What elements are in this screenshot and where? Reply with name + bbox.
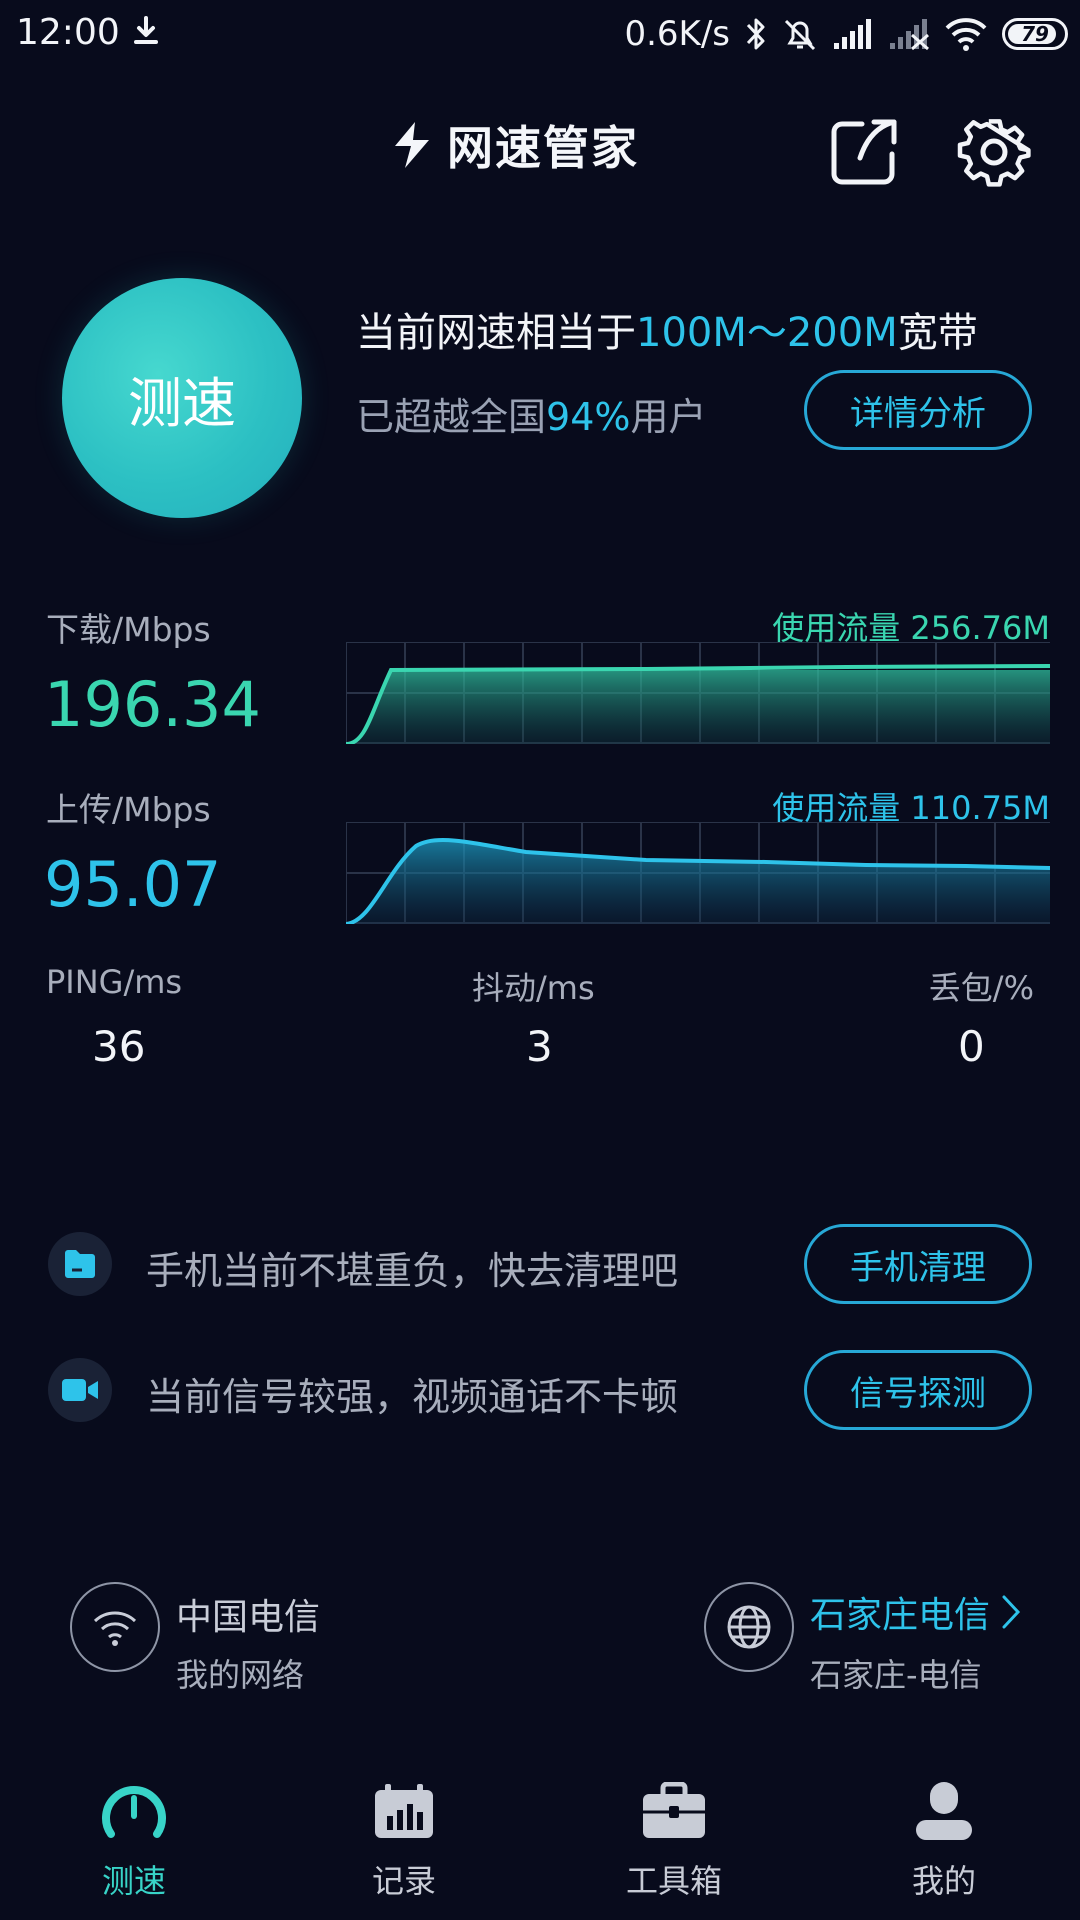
chevron-right-icon xyxy=(1002,1595,1021,1629)
folder-icon xyxy=(48,1232,112,1296)
wifi-network-subtitle: 我的网络 xyxy=(176,1656,305,1694)
battery-indicator: 79 xyxy=(1002,18,1068,50)
nav-speed-test[interactable]: 测速 xyxy=(54,1776,214,1906)
alarm-off-icon xyxy=(784,19,816,51)
beat-suffix: 用户 xyxy=(630,395,707,439)
video-camera-icon xyxy=(48,1358,112,1422)
nav-toolbox[interactable]: 工具箱 xyxy=(594,1776,754,1906)
download-graph xyxy=(346,642,1050,744)
jitter-label: 抖动/ms xyxy=(472,969,595,1007)
globe-icon xyxy=(704,1582,794,1672)
jitter-value: 3 xyxy=(526,1022,553,1071)
detail-analysis-button[interactable]: 详情分析 xyxy=(804,370,1032,450)
phone-cleanup-button[interactable]: 手机清理 xyxy=(804,1224,1032,1304)
toolbox-icon xyxy=(639,1776,709,1846)
packet-loss-value: 0 xyxy=(958,1022,985,1071)
bluetooth-icon xyxy=(746,18,765,50)
server-subtitle: 石家庄-电信 xyxy=(810,1656,982,1694)
nav-records[interactable]: 记录 xyxy=(324,1776,484,1906)
battery-level: 79 xyxy=(1021,22,1049,46)
equiv-range: 100M～200M xyxy=(636,310,898,356)
ping-value: 36 xyxy=(92,1022,146,1071)
signal-weak-icon xyxy=(890,19,929,51)
upload-graph xyxy=(346,822,1050,924)
status-right-group: 0.6K/s 79 xyxy=(624,10,1068,58)
wifi-network-name: 中国电信 xyxy=(176,1597,321,1638)
equiv-suffix: 宽带 xyxy=(897,310,978,356)
nav-records-label: 记录 xyxy=(371,1862,436,1900)
nav-toolbox-label: 工具箱 xyxy=(625,1862,722,1900)
ping-label: PING/ms xyxy=(46,963,183,1001)
nav-speed-test-label: 测速 xyxy=(101,1862,166,1900)
person-icon xyxy=(909,1776,979,1846)
wifi-icon xyxy=(945,18,987,51)
nav-mine-label: 我的 xyxy=(911,1862,976,1900)
tip-cleanup-text: 手机当前不堪重负，快去清理吧 xyxy=(146,1249,679,1293)
tip-signal-text: 当前信号较强，视频通话不卡顿 xyxy=(146,1375,679,1419)
status-time: 12:00 xyxy=(16,12,120,53)
nav-mine[interactable]: 我的 xyxy=(864,1776,1024,1906)
broadband-equivalence: 当前网速相当于100M～200M宽带 xyxy=(356,300,978,358)
speed-test-label: 测速 xyxy=(128,371,236,435)
beat-prefix: 已超越全国 xyxy=(356,395,547,439)
equiv-prefix: 当前网速相当于 xyxy=(356,310,636,356)
ranking-text: 已超越全国94%用户 xyxy=(356,386,707,441)
status-bar: 12:00 0.6K/s 79 xyxy=(0,0,1080,70)
wifi-network-icon xyxy=(70,1582,160,1672)
share-icon[interactable] xyxy=(826,114,902,190)
download-value: 196.34 xyxy=(44,668,261,741)
app-title: 网速管家 xyxy=(447,121,639,175)
signal-strong-icon xyxy=(834,19,871,49)
download-label: 下载/Mbps xyxy=(46,610,211,649)
status-net-speed: 0.6K/s xyxy=(624,14,730,54)
upload-label: 上传/Mbps xyxy=(46,790,211,829)
download-notification-icon xyxy=(134,16,158,44)
server-name: 石家庄电信 xyxy=(810,1595,991,1636)
speed-test-button[interactable]: 测速 xyxy=(62,278,302,518)
speedometer-icon xyxy=(99,1776,169,1846)
calendar-chart-icon xyxy=(369,1776,439,1846)
server-selector[interactable]: 石家庄电信 xyxy=(810,1586,1022,1638)
signal-detect-button[interactable]: 信号探测 xyxy=(804,1350,1032,1430)
app-logo: 网速管家 xyxy=(385,112,639,178)
packet-loss-label: 丢包/% xyxy=(928,969,1034,1007)
beat-percent: 94% xyxy=(546,395,631,439)
upload-value: 95.07 xyxy=(44,848,222,921)
gear-icon[interactable] xyxy=(956,114,1032,190)
app-logo-icon xyxy=(395,122,429,168)
